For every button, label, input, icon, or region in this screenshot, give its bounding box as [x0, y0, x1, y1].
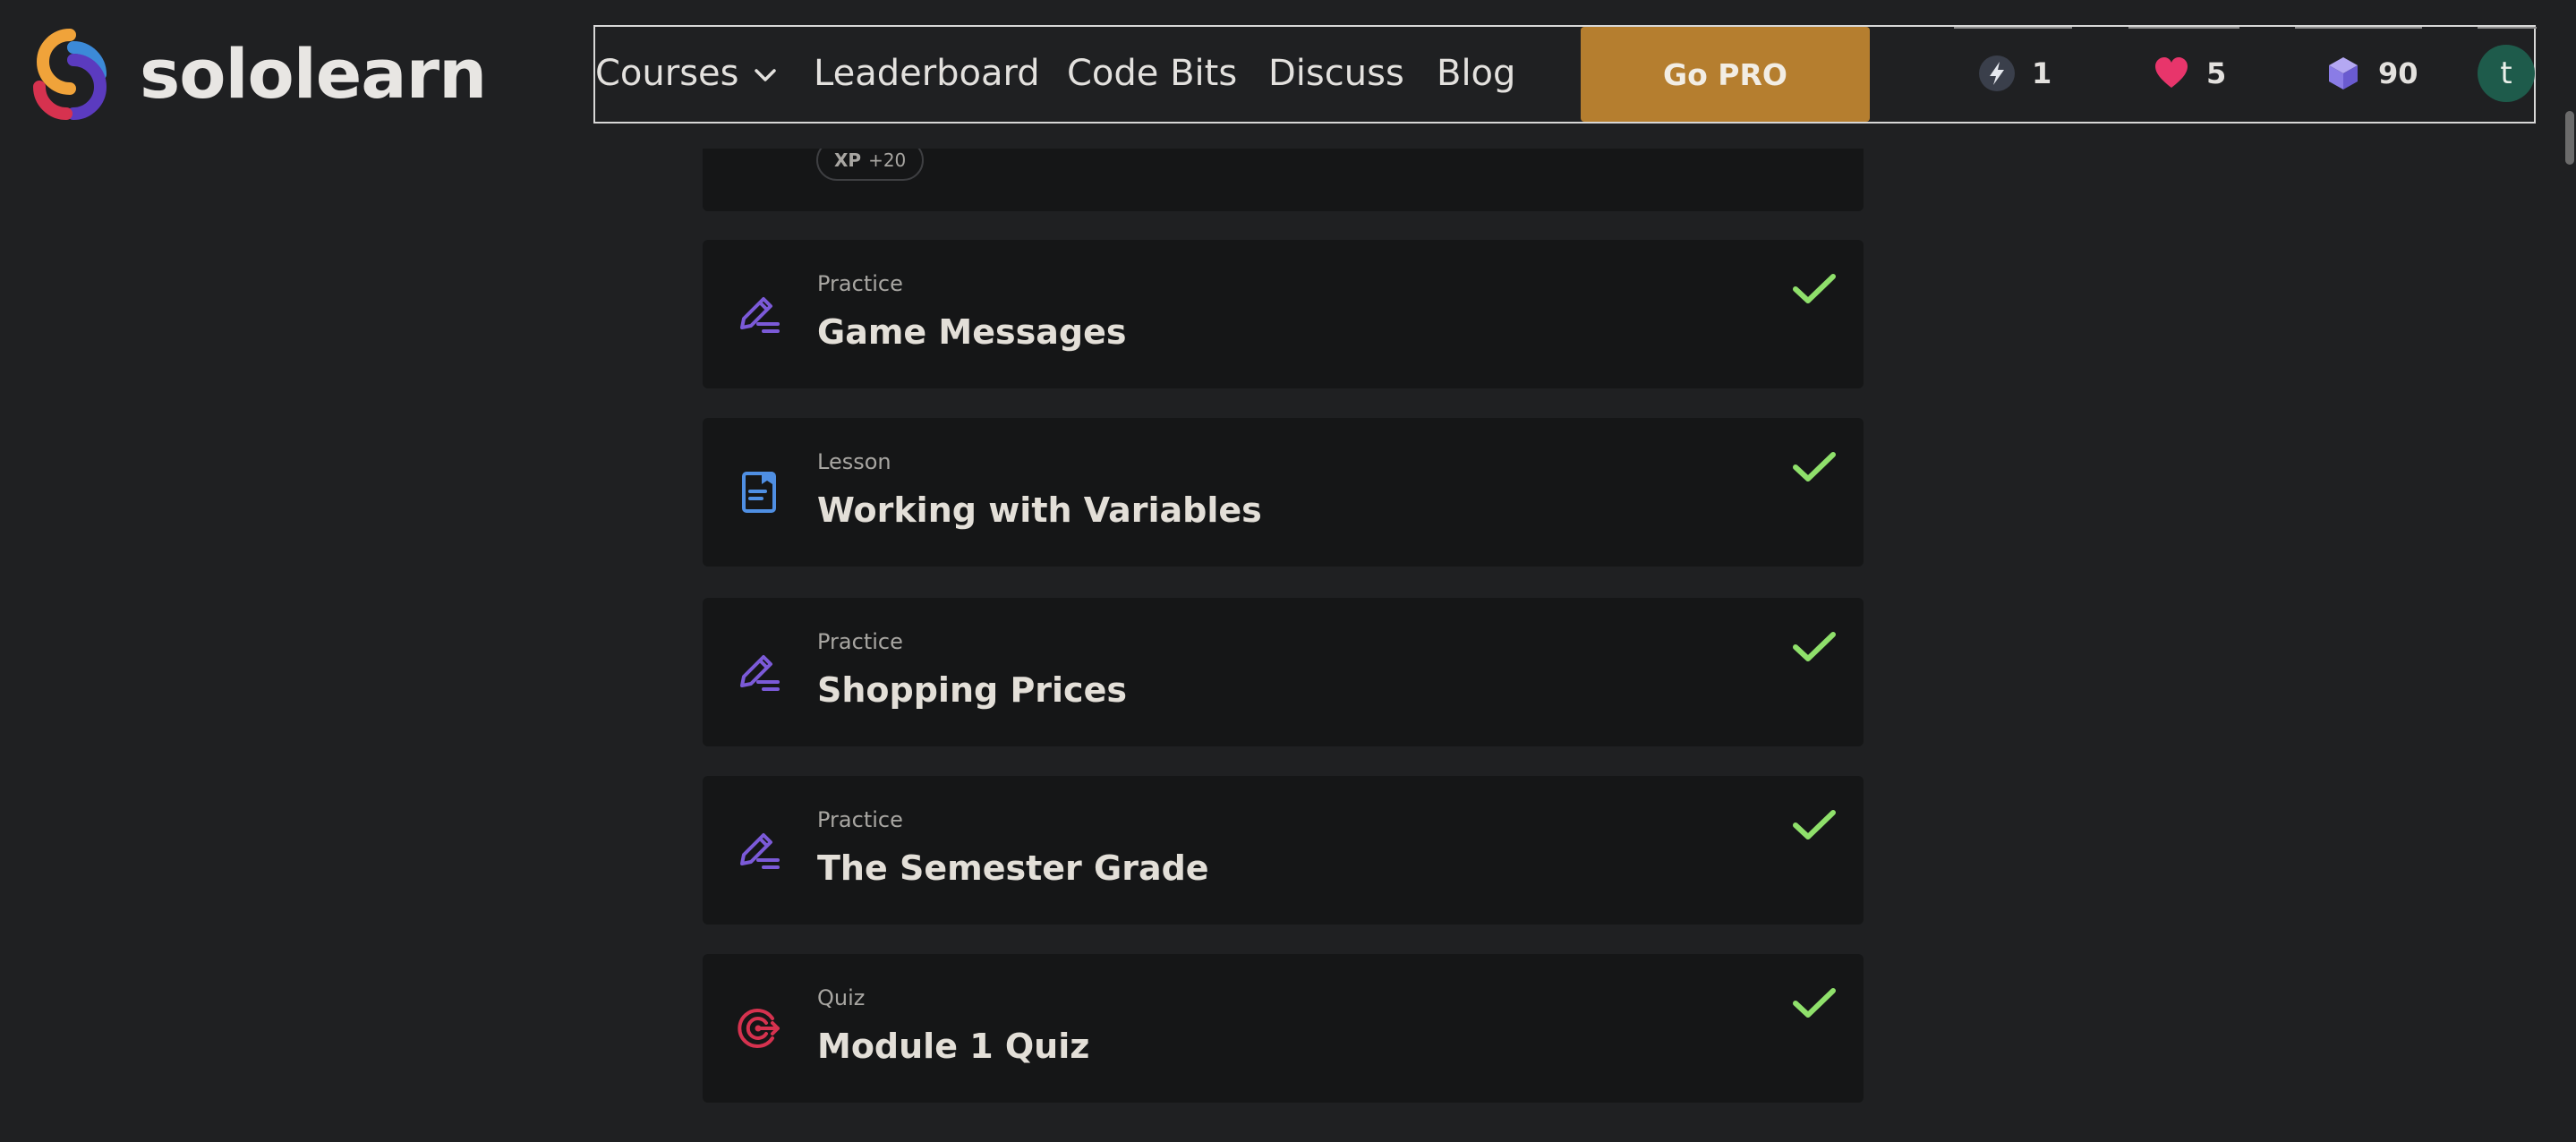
- lesson-kind: Practice: [817, 629, 903, 654]
- lesson-title: Working with Variables: [817, 490, 1262, 530]
- nav-blog[interactable]: Blog: [1437, 50, 1515, 97]
- lesson-kind: Quiz: [817, 985, 866, 1010]
- gem-cube-icon: [2329, 57, 2358, 89]
- xp-value: +20: [868, 149, 907, 171]
- lesson-title: The Semester Grade: [817, 848, 1209, 888]
- brand-name: sololearn: [140, 34, 487, 114]
- lesson-title: Module 1 Quiz: [817, 1027, 1090, 1066]
- xp-label: XP: [834, 149, 862, 171]
- lesson-kind: Lesson: [817, 449, 891, 474]
- nav-courses[interactable]: Courses: [595, 50, 777, 97]
- top-navigation-bar: sololearn Courses Leaderboard Code Bits …: [0, 0, 2576, 149]
- hearts-count: 5: [2206, 56, 2227, 90]
- streak-count: 1: [2032, 56, 2052, 90]
- chevron-down-icon: [754, 69, 776, 81]
- lesson-kind: Practice: [817, 807, 903, 832]
- lesson-kind: Practice: [817, 271, 903, 296]
- nav-leaderboard[interactable]: Leaderboard: [814, 50, 1040, 97]
- practice-pencil-icon: [740, 833, 780, 869]
- sololearn-logo[interactable]: sololearn: [23, 25, 487, 124]
- lesson-title: Shopping Prices: [817, 670, 1127, 710]
- lesson-document-icon: [742, 472, 776, 513]
- heart-icon: [2155, 57, 2188, 88]
- nav-courses-label: Courses: [595, 53, 739, 94]
- check-icon: [1793, 810, 1836, 839]
- check-icon: [1793, 988, 1836, 1018]
- practice-pencil-icon: [740, 655, 780, 691]
- check-icon: [1793, 452, 1836, 482]
- sololearn-logo-icon: [33, 29, 107, 120]
- scrollbar-thumb[interactable]: [2565, 111, 2574, 165]
- quiz-target-icon: [738, 1009, 780, 1048]
- gems-counter[interactable]: 90: [2324, 50, 2418, 97]
- lesson-title: Game Messages: [817, 312, 1127, 352]
- nav-discuss[interactable]: Discuss: [1268, 50, 1404, 97]
- lesson-card[interactable]: Practice Shopping Prices: [703, 598, 1864, 746]
- hearts-counter[interactable]: 5: [2153, 50, 2226, 97]
- lightning-icon: [1979, 55, 2015, 91]
- avatar[interactable]: t: [2478, 45, 2535, 102]
- lesson-card[interactable]: Quiz Module 1 Quiz: [703, 954, 1864, 1103]
- gems-count: 90: [2378, 56, 2418, 90]
- divider: [2478, 27, 2537, 29]
- practice-pencil-icon: [740, 297, 780, 333]
- divider: [1954, 27, 2072, 29]
- lesson-card[interactable]: Practice The Semester Grade: [703, 776, 1864, 925]
- check-icon: [1793, 632, 1836, 661]
- lesson-card[interactable]: Lesson Working with Variables: [703, 418, 1864, 567]
- go-pro-button[interactable]: Go PRO: [1581, 27, 1870, 122]
- page: XP +20 Practice Game Messages Lesson Wor…: [0, 0, 2576, 1142]
- streak-counter[interactable]: 1: [1978, 50, 2051, 97]
- divider: [2128, 27, 2239, 29]
- divider: [2295, 27, 2422, 29]
- nav-code-bits[interactable]: Code Bits: [1067, 50, 1237, 97]
- check-icon: [1793, 274, 1836, 303]
- lesson-card[interactable]: Practice Game Messages: [703, 240, 1864, 388]
